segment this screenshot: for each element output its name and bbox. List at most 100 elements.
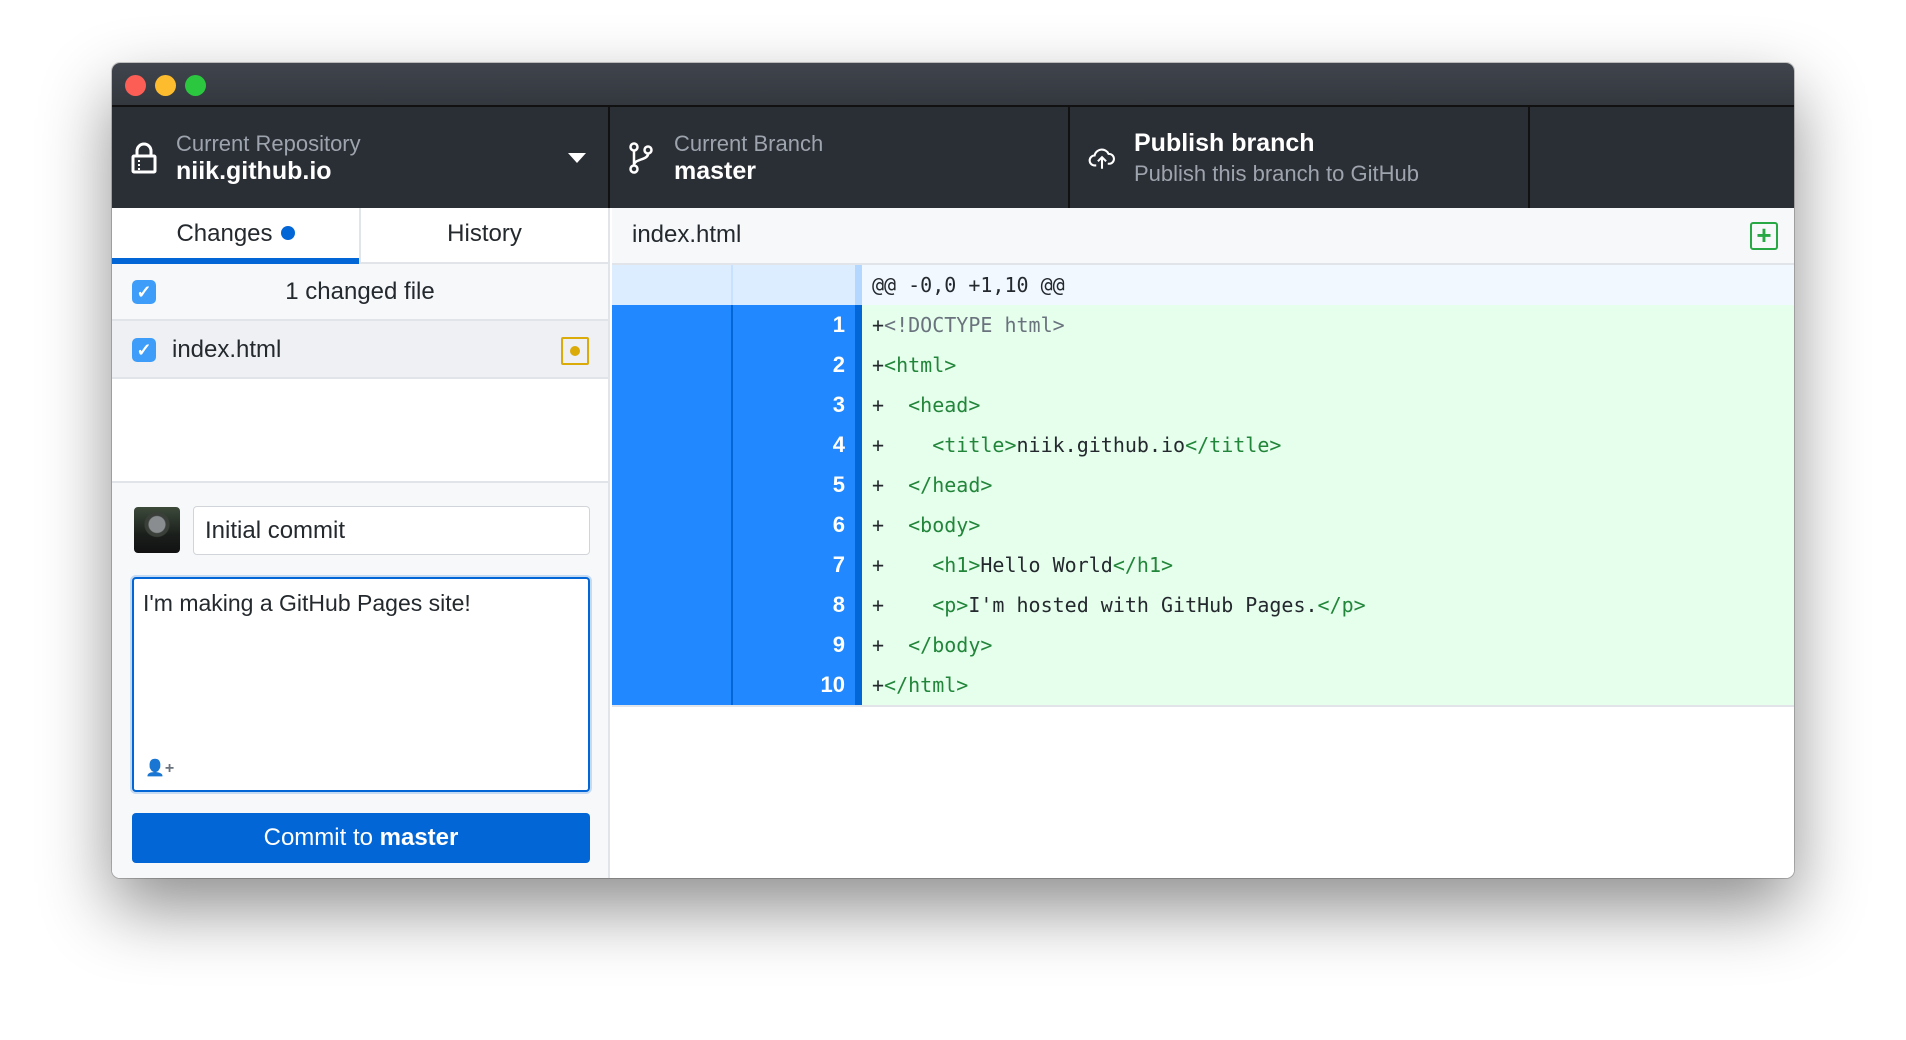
code-tag: </title> <box>1185 433 1282 457</box>
code-tag: </body> <box>908 633 993 657</box>
line-number: 9 <box>733 625 855 665</box>
commit-button-prefix: Commit to <box>263 824 380 851</box>
added-marker: + <box>872 673 885 697</box>
diff-line[interactable]: 10 +</html> <box>612 665 1794 705</box>
tab-history-label: History <box>447 220 522 247</box>
line-code: + </head> <box>862 465 1794 505</box>
code-tag: <!DOCTYPE html> <box>884 313 1065 337</box>
commit-button[interactable]: Commit to master <box>132 813 590 863</box>
line-number: 1 <box>733 305 855 345</box>
add-coauthor-icon[interactable]: 👤+ <box>145 758 174 778</box>
branch-label: Current Branch <box>674 131 824 156</box>
code-tag: <html> <box>884 353 957 377</box>
repository-name: niik.github.io <box>176 157 332 185</box>
maximize-window-button[interactable] <box>185 75 206 96</box>
publish-title: Publish branch <box>1134 129 1315 157</box>
line-number: 10 <box>733 665 855 705</box>
hunk-header: @@ -0,0 +1,10 @@ <box>862 265 1794 305</box>
diff-end-divider <box>612 705 1794 707</box>
diff-line[interactable]: 8 + <p>I'm hosted with GitHub Pages.</p> <box>612 585 1794 625</box>
commit-summary-input[interactable] <box>193 506 590 555</box>
code-tag: <body> <box>908 513 981 537</box>
avatar <box>134 507 180 553</box>
commit-description-text: I'm making a GitHub Pages site! <box>143 590 471 616</box>
branch-name: master <box>674 157 756 185</box>
old-line-gutter <box>612 425 733 465</box>
close-window-button[interactable] <box>125 75 146 96</box>
added-marker: + <box>872 393 885 417</box>
line-number: 5 <box>733 465 855 505</box>
code-text: I'm hosted with GitHub Pages. <box>968 593 1318 617</box>
line-number: 2 <box>733 345 855 385</box>
line-code: + </body> <box>862 625 1794 665</box>
diff-line[interactable]: 1 +<!DOCTYPE html> <box>612 305 1794 345</box>
code-tag: <p> <box>932 593 969 617</box>
diff-file-name: index.html <box>632 221 742 248</box>
app-window: Current Repository niik.github.io Curren… <box>112 63 1794 878</box>
line-number: 6 <box>733 505 855 545</box>
diff-line[interactable]: 5 + </head> <box>612 465 1794 505</box>
code-text: niik.github.io <box>1016 433 1186 457</box>
line-code: + <p>I'm hosted with GitHub Pages.</p> <box>862 585 1794 625</box>
code-tag: <title> <box>932 433 1017 457</box>
line-number: 8 <box>733 585 855 625</box>
code-tag: </p> <box>1317 593 1366 617</box>
line-code: + <body> <box>862 505 1794 545</box>
diff-line[interactable]: 7 + <h1>Hello World</h1> <box>612 545 1794 585</box>
line-code: +<!DOCTYPE html> <box>862 305 1794 345</box>
added-marker: + <box>872 553 885 577</box>
code-tag: </head> <box>908 473 993 497</box>
line-code: +<html> <box>862 345 1794 385</box>
code-tag: <head> <box>908 393 981 417</box>
changed-files-count: 1 changed file <box>285 278 435 305</box>
diff-line[interactable]: 3 + <head> <box>612 385 1794 425</box>
commit-description-textarea[interactable]: I'm making a GitHub Pages site! 👤+ <box>132 577 590 792</box>
old-line-gutter <box>612 265 733 305</box>
added-marker: + <box>872 633 885 657</box>
current-repository-button[interactable]: Current Repository niik.github.io <box>112 107 610 208</box>
diff-line[interactable]: 2 +<html> <box>612 345 1794 385</box>
toolbar: Current Repository niik.github.io Curren… <box>112 107 1794 208</box>
publish-branch-button[interactable]: Publish branch Publish this branch to Gi… <box>1070 107 1530 208</box>
git-branch-icon <box>629 142 653 174</box>
tab-history[interactable]: History <box>359 208 608 262</box>
lock-icon <box>131 142 157 174</box>
cloud-upload-icon <box>1088 148 1115 169</box>
tab-changes[interactable]: Changes <box>112 208 359 264</box>
file-checkbox[interactable]: ✓ <box>132 338 156 362</box>
added-marker: + <box>872 513 885 537</box>
sidebar-tabs: Changes History <box>112 208 608 264</box>
old-line-gutter <box>612 665 733 705</box>
line-code: + <title>niik.github.io</title> <box>862 425 1794 465</box>
diff-line[interactable]: 9 + </body> <box>612 625 1794 665</box>
commit-button-branch: master <box>379 824 459 851</box>
changed-files-header: ✓ 1 changed file <box>112 264 608 321</box>
line-code: +</html> <box>862 665 1794 705</box>
code-text: Hello World <box>980 553 1113 577</box>
current-branch-button[interactable]: Current Branch master <box>610 107 1070 208</box>
old-line-gutter <box>612 505 733 545</box>
line-number: 7 <box>733 545 855 585</box>
old-line-gutter <box>612 625 733 665</box>
sidebar: Changes History ✓ 1 changed file ✓ index… <box>112 208 610 878</box>
minimize-window-button[interactable] <box>155 75 176 96</box>
new-line-gutter <box>733 265 855 305</box>
title-bar <box>112 63 1794 107</box>
line-code: + <h1>Hello World</h1> <box>862 545 1794 585</box>
changes-indicator-dot <box>280 226 295 240</box>
diff-header: index.html + <box>612 208 1794 265</box>
code-tag: </h1> <box>1112 553 1174 577</box>
file-list-item[interactable]: ✓ index.html <box>112 321 608 379</box>
added-marker: + <box>872 433 885 457</box>
old-line-gutter <box>612 345 733 385</box>
diff-line[interactable]: 6 + <body> <box>612 505 1794 545</box>
diff-line[interactable]: 4 + <title>niik.github.io</title> <box>612 425 1794 465</box>
commit-form: I'm making a GitHub Pages site! 👤+ Commi… <box>112 481 608 878</box>
added-marker: + <box>872 313 885 337</box>
added-marker: + <box>872 473 885 497</box>
tab-changes-label: Changes <box>176 220 273 247</box>
